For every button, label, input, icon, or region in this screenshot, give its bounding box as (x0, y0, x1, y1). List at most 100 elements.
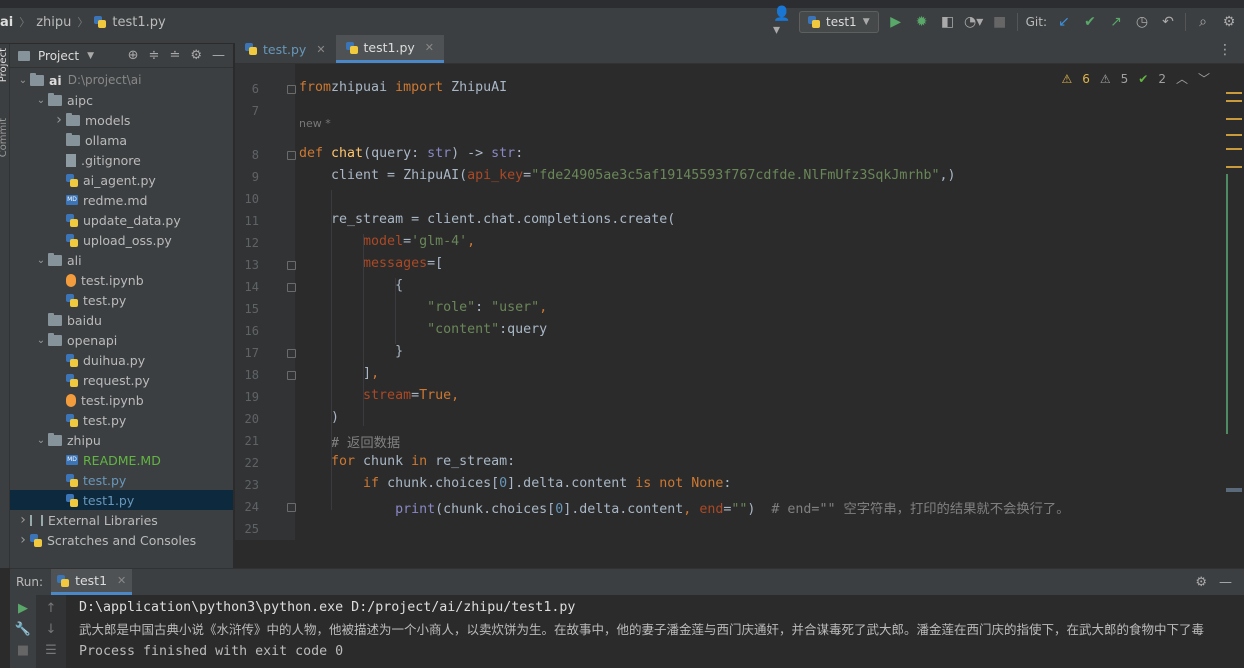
fold-marker-icon[interactable] (287, 151, 296, 160)
git-update-icon[interactable]: ↙ (1055, 13, 1073, 31)
project-panel-header: Project ▼ ⊕ ≑ ≐ ⚙ — (10, 44, 233, 68)
rerun-icon[interactable]: ▶ (18, 601, 28, 616)
code-token: if (299, 476, 380, 491)
stop-icon[interactable]: ■ (991, 13, 1009, 31)
title-strip (0, 0, 1244, 8)
line-number: 7 (251, 104, 259, 118)
coverage-icon[interactable]: ◧ (939, 13, 957, 31)
arrow-down-icon[interactable]: ↓ (46, 622, 57, 637)
tree-file[interactable]: upload_oss.py (10, 230, 233, 250)
code-token: end (699, 502, 724, 517)
tree-folder[interactable]: ollama (10, 130, 233, 150)
run-icon[interactable]: ▶ (887, 13, 905, 31)
tree-file[interactable]: MD redme.md (10, 190, 233, 210)
tree-folder[interactable]: ⌄ openapi (10, 330, 233, 350)
run-side-toolbar: ▶ 🔧 ■ (10, 595, 36, 668)
tree-file[interactable]: MD README.MD (10, 450, 233, 470)
rollback-icon[interactable]: ↶ (1159, 13, 1177, 31)
breadcrumb-folder[interactable]: zhipu (36, 15, 71, 30)
minimize-icon[interactable]: — (212, 48, 225, 63)
tree-file[interactable]: request.py (10, 370, 233, 390)
gear-icon[interactable]: ⚙ (190, 48, 202, 63)
chevron-down-icon[interactable]: ⌄ (34, 255, 48, 266)
wrench-icon[interactable]: 🔧 (15, 622, 31, 637)
chevron-down-icon[interactable]: ﹀ (1198, 70, 1210, 87)
fold-marker-icon[interactable] (287, 371, 296, 380)
tree-file[interactable]: ai_agent.py (10, 170, 233, 190)
tree-file[interactable]: test.ipynb (10, 270, 233, 290)
chevron-down-icon[interactable]: ▼ (87, 51, 94, 61)
stop-icon[interactable]: ■ (17, 643, 29, 658)
tree-file[interactable]: duihua.py (10, 350, 233, 370)
locate-icon[interactable]: ⊕ (128, 48, 139, 63)
tree-file[interactable]: › Scratches and Consoles (10, 530, 233, 550)
chevron-right-icon[interactable]: › (16, 532, 30, 548)
arrow-up-icon[interactable]: ↑ (46, 601, 57, 616)
debug-icon[interactable]: ✹ (913, 13, 931, 31)
run-tab-test1[interactable]: test1 ✕ (51, 569, 133, 595)
tree-folder[interactable]: baidu (10, 310, 233, 330)
fold-marker-icon[interactable] (287, 261, 296, 270)
soft-wrap-icon[interactable]: ☰ (45, 643, 57, 658)
run-configuration-select[interactable]: test1 ▼ (799, 11, 879, 33)
tree-file[interactable]: › External Libraries (10, 510, 233, 530)
code-token: = (403, 234, 412, 249)
gear-icon[interactable]: ⚙ (1195, 575, 1207, 590)
collapse-all-icon[interactable]: ≐ (169, 48, 180, 63)
tree-file[interactable]: test.py (10, 470, 233, 490)
fold-marker-icon[interactable] (287, 85, 296, 94)
fold-marker-icon[interactable] (287, 283, 296, 292)
search-icon[interactable]: ⌕ (1194, 13, 1212, 31)
chevron-down-icon[interactable]: ⌄ (34, 95, 48, 106)
tree-file[interactable]: .gitignore (10, 150, 233, 170)
close-icon[interactable]: ✕ (316, 43, 325, 56)
tree-file[interactable]: test.ipynb (10, 390, 233, 410)
chevron-right-icon[interactable]: › (16, 512, 30, 528)
user-icon[interactable]: 👤▾ (773, 6, 791, 38)
tree-folder[interactable]: ⌄ aipc (10, 90, 233, 110)
tree-file[interactable]: update_data.py (10, 210, 233, 230)
profile-icon[interactable]: ◔▾ (964, 13, 983, 31)
tree-file[interactable]: test.py (10, 410, 233, 430)
code-token: str (491, 146, 516, 161)
tree-folder[interactable]: ⌄ zhipu (10, 430, 233, 450)
chevron-up-icon[interactable]: ︿ (1176, 70, 1188, 87)
inspection-widget[interactable]: ⚠ 6 ⚠ 5 ✔ 2 ︿ ﹀ (1061, 70, 1210, 87)
python-file-icon (66, 473, 78, 487)
tree-folder[interactable]: ⌄ ali (10, 250, 233, 270)
history-icon[interactable]: ◷ (1133, 13, 1151, 31)
chevron-down-icon[interactable]: ⌄ (16, 75, 30, 86)
breadcrumb: ai 〉 zhipu 〉 test1.py (0, 12, 166, 32)
tree-folder[interactable]: › models (10, 110, 233, 130)
close-icon[interactable]: ✕ (425, 41, 434, 54)
code-editor[interactable]: 67891011121314151617181920212223242526 n… (235, 64, 1244, 540)
chevron-right-icon[interactable]: › (52, 112, 66, 128)
editor-tab[interactable]: test1.py ✕ (335, 35, 445, 63)
fold-marker-icon[interactable] (287, 503, 296, 512)
error-stripe[interactable] (1226, 84, 1242, 524)
tree-file[interactable]: test1.py (10, 490, 233, 510)
line-number: 17 (244, 346, 259, 360)
fold-marker-icon[interactable] (287, 349, 296, 358)
git-commit-icon[interactable]: ✔ (1081, 13, 1099, 31)
tree-file[interactable]: test.py (10, 290, 233, 310)
line-number: 22 (244, 456, 259, 470)
stripe-mark (1226, 166, 1242, 168)
editor-tab[interactable]: test.py ✕ (235, 35, 336, 63)
expand-all-icon[interactable]: ≑ (149, 48, 160, 63)
chevron-down-icon[interactable]: ⌄ (34, 435, 48, 446)
tree-folder[interactable]: ⌄ ai D:\project\ai (10, 70, 233, 90)
project-panel-title[interactable]: Project (38, 49, 79, 63)
console-output[interactable]: D:\application\python3\python.exe D:/pro… (79, 597, 1243, 663)
editor-tab-list: test.py ✕ test1.py ✕ (235, 35, 445, 63)
tree-item-label: ai (49, 72, 62, 88)
chevron-right-icon: 〉 (77, 16, 89, 29)
chevron-down-icon[interactable]: ⌄ (34, 335, 48, 346)
gear-icon[interactable]: ⚙ (1220, 13, 1238, 31)
breadcrumb-file[interactable]: test1.py (112, 15, 165, 30)
git-push-icon[interactable]: ↗ (1107, 13, 1125, 31)
close-icon[interactable]: ✕ (117, 574, 126, 587)
minimize-icon[interactable]: — (1219, 575, 1232, 590)
breadcrumb-root[interactable]: ai (0, 15, 13, 30)
more-vertical-icon[interactable]: ⋮ (1218, 42, 1232, 58)
